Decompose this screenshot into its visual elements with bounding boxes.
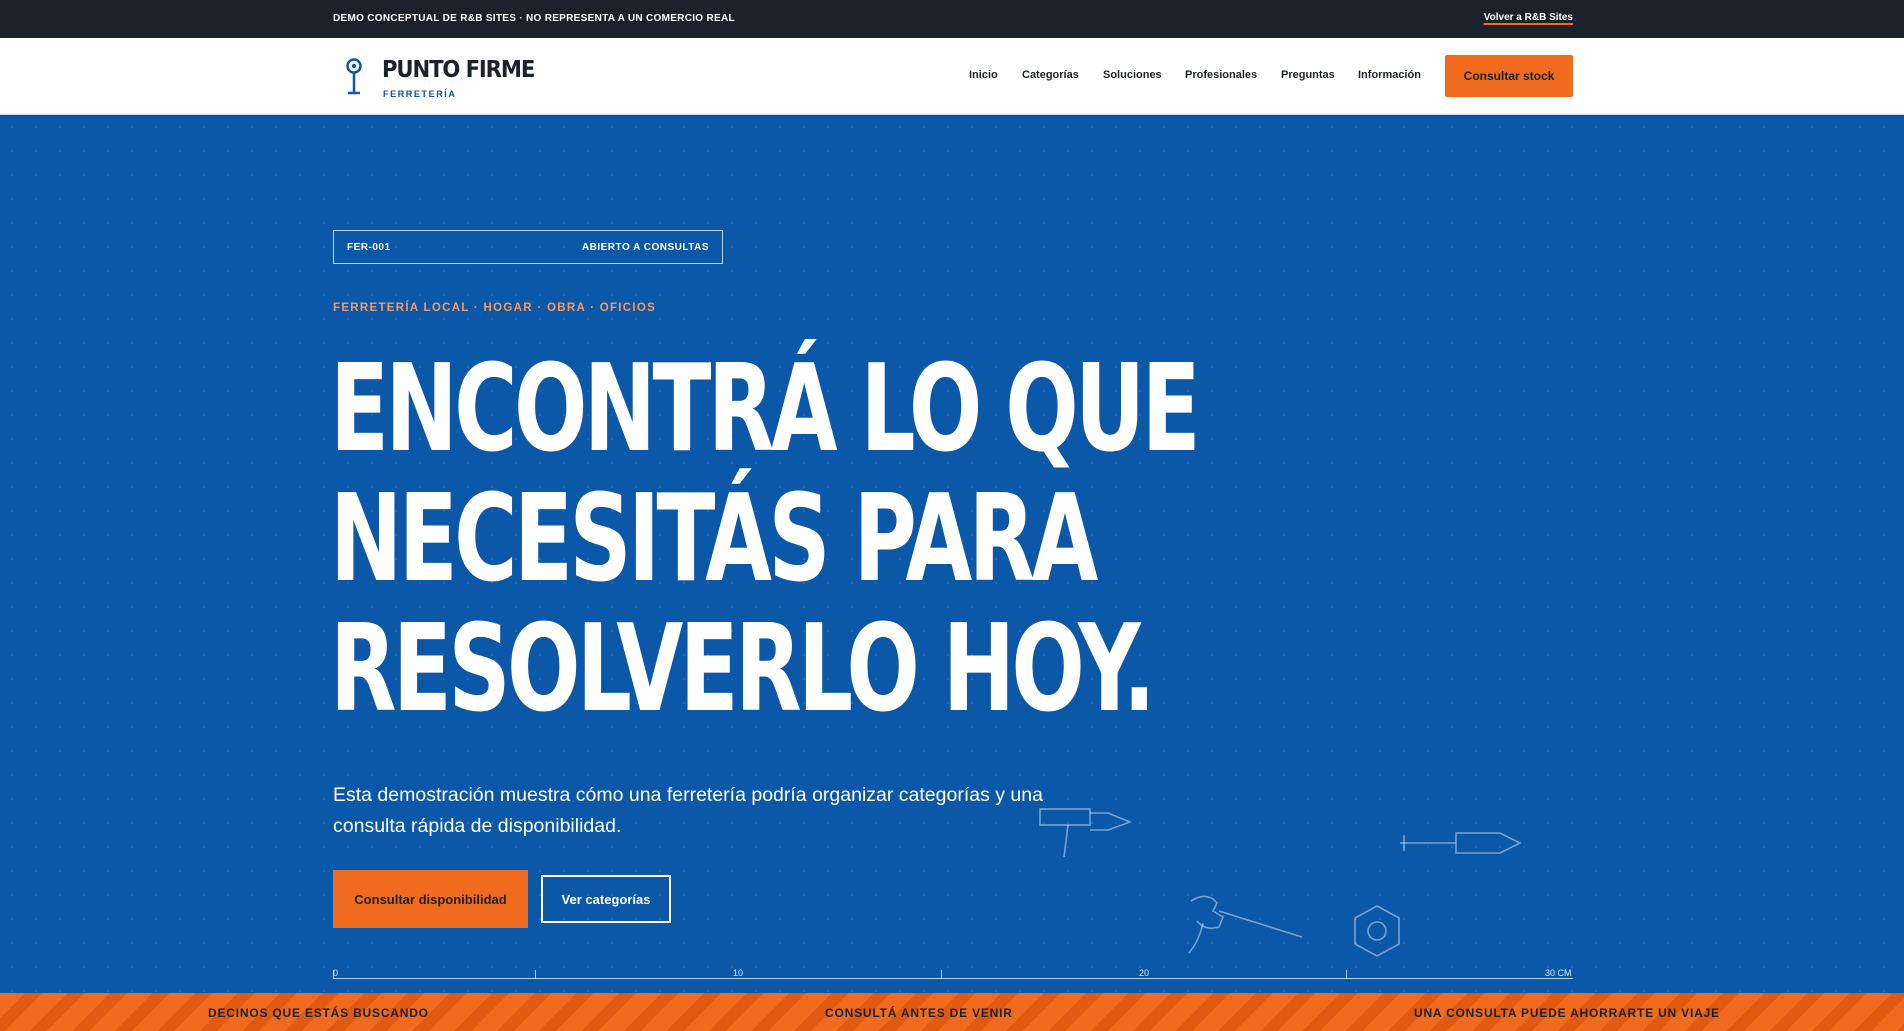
ruler-label-0: 0 <box>333 968 339 978</box>
ticker-item-1: DECINOS QUE ESTÁS BUSCANDO <box>208 1006 429 1020</box>
ruler-tick <box>535 970 536 979</box>
paint-roller-icon <box>1039 808 1133 858</box>
hero-headline: ENCONTRÁ LO QUE NECESITÁS PARA RESOLVERL… <box>330 340 1201 739</box>
nav-inicio[interactable]: Inicio <box>969 69 998 81</box>
headline-line-1: ENCONTRÁ LO QUE <box>330 340 1201 479</box>
consultar-disponibilidad-button[interactable]: Consultar disponibilidad <box>333 870 528 928</box>
brand-subtitle: FERRETERÍA <box>383 89 457 99</box>
top-notice-bar: DEMO CONCEPTUAL DE R&B SITES · NO REPRES… <box>0 0 1904 38</box>
back-link[interactable]: Volver a R&B Sites <box>1484 12 1573 23</box>
ver-categorias-button[interactable]: Ver categorías <box>541 875 671 923</box>
status-tag: FER-001 ABIERTO A CONSULTAS <box>333 230 723 264</box>
ruler-label-10: 10 <box>733 968 744 978</box>
brand-name[interactable]: PUNTO FIRME <box>382 57 535 83</box>
product-code: FER-001 <box>347 242 391 253</box>
nav-informacion[interactable]: Información <box>1358 69 1421 81</box>
nav-profesionales[interactable]: Profesionales <box>1185 69 1257 81</box>
ruler-tick <box>941 970 942 979</box>
ruler-tick <box>1346 970 1347 979</box>
hex-nut-icon <box>1354 905 1400 957</box>
nav-preguntas[interactable]: Preguntas <box>1281 69 1335 81</box>
measurement-ruler: 0 10 20 30 CM <box>333 968 1573 980</box>
ruler-label-30: 30 CM <box>1545 968 1572 978</box>
ruler-label-20: 20 <box>1139 968 1150 978</box>
headline-line-2: NECESITÁS PARA <box>330 470 1098 609</box>
nav-soluciones[interactable]: Soluciones <box>1103 69 1162 81</box>
ruler-line <box>333 978 1573 979</box>
location-pin-tool-icon <box>346 58 362 95</box>
headline-line-3: RESOLVERLO HOY. <box>330 600 1156 739</box>
wrench-icon <box>1188 895 1303 954</box>
ticker-item-2: CONSULTÁ ANTES DE VENIR <box>825 1006 1013 1020</box>
nav-categorias[interactable]: Categorías <box>1022 69 1079 81</box>
hero-eyebrow: FERRETERÍA LOCAL · HOGAR · OBRA · OFICIO… <box>333 302 657 314</box>
ticker-item-3: UNA CONSULTA PUEDE AHORRARTE UN VIAJE <box>1414 1006 1720 1020</box>
consultar-stock-button[interactable]: Consultar stock <box>1445 55 1573 97</box>
hero-lead: Esta demostración muestra cómo una ferre… <box>333 784 1043 837</box>
status-label: ABIERTO A CONSULTAS <box>581 242 709 253</box>
demo-notice: DEMO CONCEPTUAL DE R&B SITES · NO REPRES… <box>333 13 735 24</box>
main-header <box>0 38 1904 115</box>
screwdriver-icon <box>1400 832 1522 854</box>
